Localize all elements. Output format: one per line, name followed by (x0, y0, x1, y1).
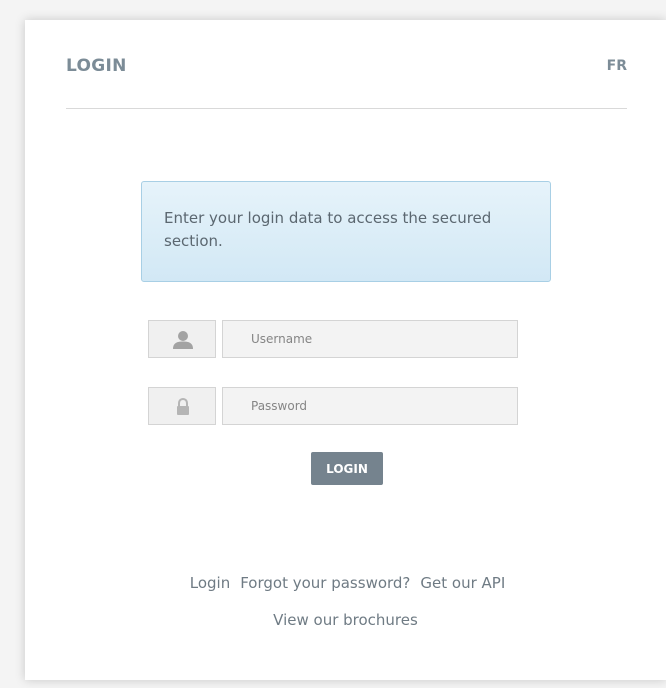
login-card: LOGIN FR Enter your login data to access… (25, 20, 666, 680)
footer-link-login[interactable]: Login (190, 573, 230, 593)
card-header: LOGIN FR (66, 56, 627, 109)
username-addon (148, 320, 216, 358)
username-input[interactable] (222, 320, 518, 358)
language-switch-link[interactable]: FR (607, 58, 627, 74)
username-row (148, 320, 518, 358)
user-icon (173, 331, 193, 349)
footer-link-brochures[interactable]: View our brochures (273, 611, 418, 629)
page-background: LOGIN FR Enter your login data to access… (0, 0, 666, 688)
password-input[interactable] (222, 387, 518, 425)
footer-links: Login Forgot your password? Get our API … (25, 573, 666, 630)
info-message-text: Enter your login data to access the secu… (164, 209, 492, 250)
page-title: LOGIN (66, 56, 127, 76)
lock-icon (177, 397, 189, 415)
password-addon (148, 387, 216, 425)
info-message-box: Enter your login data to access the secu… (141, 181, 551, 282)
footer-link-api[interactable]: Get our API (420, 573, 505, 593)
password-row (148, 387, 518, 425)
login-button[interactable]: LOGIN (311, 452, 383, 485)
footer-link-forgot-password[interactable]: Forgot your password? (240, 573, 410, 593)
